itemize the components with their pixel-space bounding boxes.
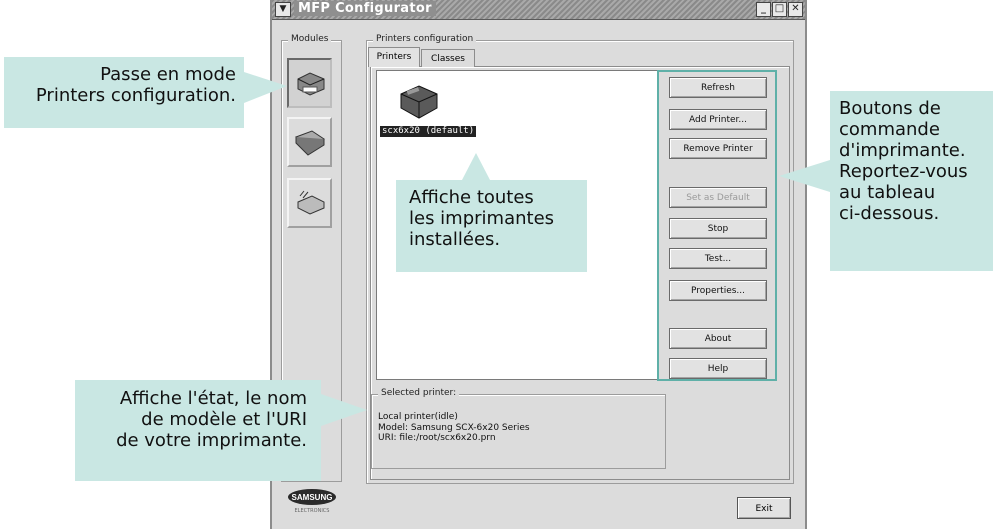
modules-callout-line1: Passe en mode bbox=[100, 64, 236, 85]
list-callout-pointer bbox=[462, 153, 490, 180]
modules-callout: Passe en mode Printers configuration. bbox=[4, 57, 244, 128]
buttons-callout: Boutons de commande d'imprimante. Report… bbox=[830, 91, 993, 271]
status-callout-line3: de votre imprimante. bbox=[116, 430, 307, 451]
modules-callout-line2: Printers configuration. bbox=[35, 85, 236, 106]
list-callout-line3: installées. bbox=[409, 229, 501, 250]
list-callout-line2: les imprimantes bbox=[409, 208, 555, 229]
status-callout-line1: Affiche l'état, le nom bbox=[119, 388, 307, 409]
buttons-callout-line3: d'imprimante. bbox=[839, 140, 966, 161]
buttons-callout-pointer bbox=[779, 160, 830, 192]
modules-callout-pointer bbox=[244, 72, 287, 103]
status-callout: Affiche l'état, le nom de modèle et l'UR… bbox=[75, 380, 321, 481]
buttons-callout-line2: commande bbox=[839, 119, 940, 140]
list-callout-line1: Affiche toutes bbox=[409, 187, 534, 208]
buttons-callout-line6: ci-dessous. bbox=[839, 203, 940, 224]
buttons-callout-line5: au tableau bbox=[839, 182, 936, 203]
list-callout: Affiche toutes les imprimantes installée… bbox=[396, 180, 587, 272]
status-callout-line2: de modèle et l'URI bbox=[141, 409, 307, 430]
status-callout-pointer bbox=[321, 394, 367, 426]
buttons-callout-line4: Reportez-vous bbox=[839, 161, 968, 182]
buttons-callout-line1: Boutons de bbox=[839, 98, 941, 119]
